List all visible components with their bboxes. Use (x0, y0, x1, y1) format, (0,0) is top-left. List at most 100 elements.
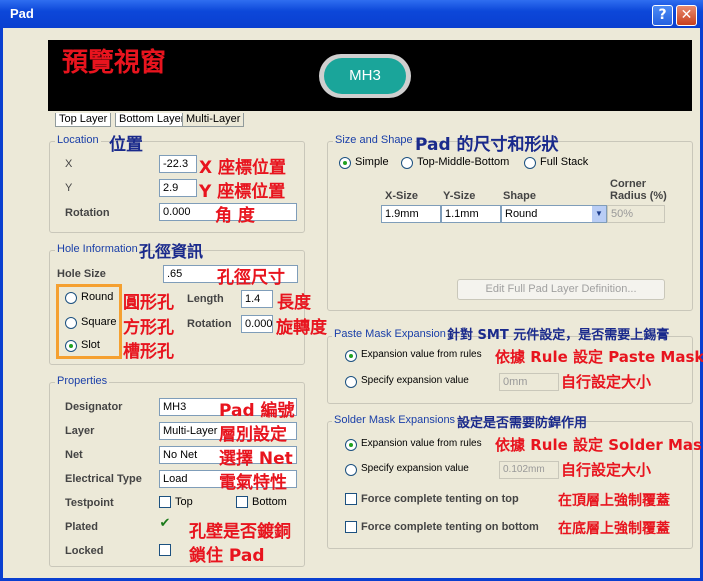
shape-header: Shape (503, 190, 537, 202)
solder-rules-note: 依據 Rule 設定 Solder Mask (495, 436, 703, 454)
simple-label[interactable]: Simple (355, 156, 389, 168)
hole-size-note: 孔徑尺寸 (217, 268, 285, 288)
solder-rules-radio[interactable] (345, 439, 357, 451)
window-title: Pad (10, 6, 34, 21)
chevron-down-icon[interactable]: ▼ (592, 206, 606, 222)
paste-specify-radio[interactable] (345, 376, 357, 388)
round-radio[interactable] (65, 292, 77, 304)
hole-rotation-note: 旋轉度 (276, 318, 327, 338)
designator-label: Designator (65, 401, 123, 413)
tmb-label[interactable]: Top-Middle-Bottom (417, 156, 509, 168)
paste-value-input[interactable]: 0mm (499, 373, 559, 391)
testpoint-label: Testpoint (65, 497, 114, 509)
tent-bottom-label[interactable]: Force complete tenting on bottom (361, 521, 539, 533)
locked-checkbox[interactable] (159, 544, 171, 556)
hole-annotation: 孔徑資訊 (139, 242, 204, 261)
tab-bottom-layer[interactable]: Bottom Layer (115, 113, 189, 127)
plated-note: 孔壁是否鍍銅 (189, 522, 291, 542)
tent-bottom-checkbox[interactable] (345, 521, 357, 533)
y-label: Y (65, 182, 73, 194)
round-label[interactable]: Round (81, 291, 113, 303)
layer-note: 層別設定 (219, 425, 287, 445)
locked-note: 鎖住 Pad (189, 546, 265, 566)
y-size-header: Y-Size (443, 190, 476, 202)
plated-label: Plated (65, 521, 99, 533)
hole-title: Hole Information (55, 243, 140, 255)
paste-mask-annotation: 針對 SMT 元件設定，是否需要上錫膏 (447, 328, 670, 343)
length-label: Length (187, 293, 224, 305)
paste-rules-radio[interactable] (345, 350, 357, 362)
location-title: Location (55, 134, 101, 146)
slot-label[interactable]: Slot (81, 339, 100, 351)
round-note: 圓形孔 (123, 293, 174, 313)
corner-header-2: Radius (%) (610, 190, 667, 202)
tent-bottom-note: 在底層上強制覆蓋 (558, 521, 670, 537)
testpoint-top-label[interactable]: Top (175, 496, 193, 508)
solder-value-input[interactable]: 0.102mm (499, 461, 559, 479)
x-label: X (65, 158, 73, 170)
size-shape-title: Size and Shape (333, 134, 415, 146)
paste-rules-note: 依據 Rule 設定 Paste Mask (495, 348, 703, 366)
location-annotation: 位置 (109, 135, 143, 155)
close-button[interactable]: ✕ (676, 5, 697, 26)
rotation-label: Rotation (65, 207, 110, 219)
x-size-input[interactable]: 1.9mm (381, 205, 441, 223)
etype-label: Electrical Type (65, 473, 142, 485)
testpoint-bottom-checkbox[interactable] (236, 496, 248, 508)
solder-mask-annotation: 設定是否需要防銲作用 (457, 416, 588, 431)
hole-rotation-input[interactable]: 0.000 (241, 315, 273, 333)
tent-top-checkbox[interactable] (345, 493, 357, 505)
simple-radio[interactable] (339, 157, 351, 169)
size-shape-annotation: Pad 的尺寸和形狀 (415, 135, 559, 155)
slot-note: 槽形孔 (123, 342, 174, 362)
solder-rules-label[interactable]: Expansion value from rules (361, 438, 482, 449)
solder-specify-radio[interactable] (345, 464, 357, 476)
y-size-input[interactable]: 1.1mm (441, 205, 501, 223)
y-input[interactable]: 2.9 (159, 179, 197, 197)
designator-note: Pad 編號 (219, 401, 295, 421)
shape-value: Round (505, 208, 538, 220)
x-input[interactable]: -22.3 (159, 155, 197, 173)
testpoint-top-checkbox[interactable] (159, 496, 171, 508)
paste-mask-title: Paste Mask Expansion (332, 328, 448, 340)
title-bar: Pad ? ✕ (0, 0, 703, 28)
help-button[interactable]: ? (652, 5, 673, 26)
length-input[interactable]: 1.4 (241, 290, 273, 308)
tent-top-label[interactable]: Force complete tenting on top (361, 493, 519, 505)
slot-radio[interactable] (65, 340, 77, 352)
corner-header-1: Corner (610, 178, 647, 190)
corner-radius-input[interactable]: 50% (607, 205, 665, 223)
tab-top-layer[interactable]: Top Layer (55, 113, 112, 127)
etype-note: 電氣特性 (219, 473, 287, 493)
x-note: X 座標位置 (199, 158, 287, 178)
solder-specify-label[interactable]: Specify expansion value (361, 463, 469, 474)
hole-size-label: Hole Size (57, 268, 106, 280)
pad-label: MH3 (324, 58, 406, 94)
rotation-note: 角 度 (215, 206, 255, 226)
solder-specify-note: 自行設定大小 (561, 461, 652, 479)
properties-title: Properties (55, 375, 110, 387)
pad-dialog: Pad ? ✕ 預覽視窗 MH3 Top Layer Bottom Layer … (0, 0, 703, 581)
paste-rules-label[interactable]: Expansion value from rules (361, 349, 482, 360)
layer-label: Layer (65, 425, 95, 437)
tmb-radio[interactable] (401, 157, 413, 169)
paste-specify-note: 自行設定大小 (561, 373, 652, 391)
hole-rotation-label: Rotation (187, 318, 232, 330)
locked-label: Locked (65, 545, 104, 557)
tab-multi-layer[interactable]: Multi-Layer (182, 113, 245, 127)
pad-preview: 預覽視窗 MH3 (48, 40, 692, 111)
plated-checkbox[interactable]: ✔ (159, 517, 171, 531)
preview-annotation: 預覽視窗 (62, 48, 167, 78)
square-label[interactable]: Square (81, 316, 116, 328)
square-radio[interactable] (65, 317, 77, 329)
full-stack-radio[interactable] (524, 157, 536, 169)
net-label: Net (65, 449, 83, 461)
shape-select[interactable]: Round ▼ (501, 205, 607, 223)
pad-shape: MH3 (319, 54, 411, 98)
full-stack-label[interactable]: Full Stack (540, 156, 588, 168)
y-note: Y 座標位置 (199, 182, 286, 202)
length-note: 長度 (277, 293, 311, 313)
edit-full-pad-layer-button[interactable]: Edit Full Pad Layer Definition... (457, 279, 665, 300)
paste-specify-label[interactable]: Specify expansion value (361, 375, 469, 386)
testpoint-bottom-label[interactable]: Bottom (252, 496, 287, 508)
